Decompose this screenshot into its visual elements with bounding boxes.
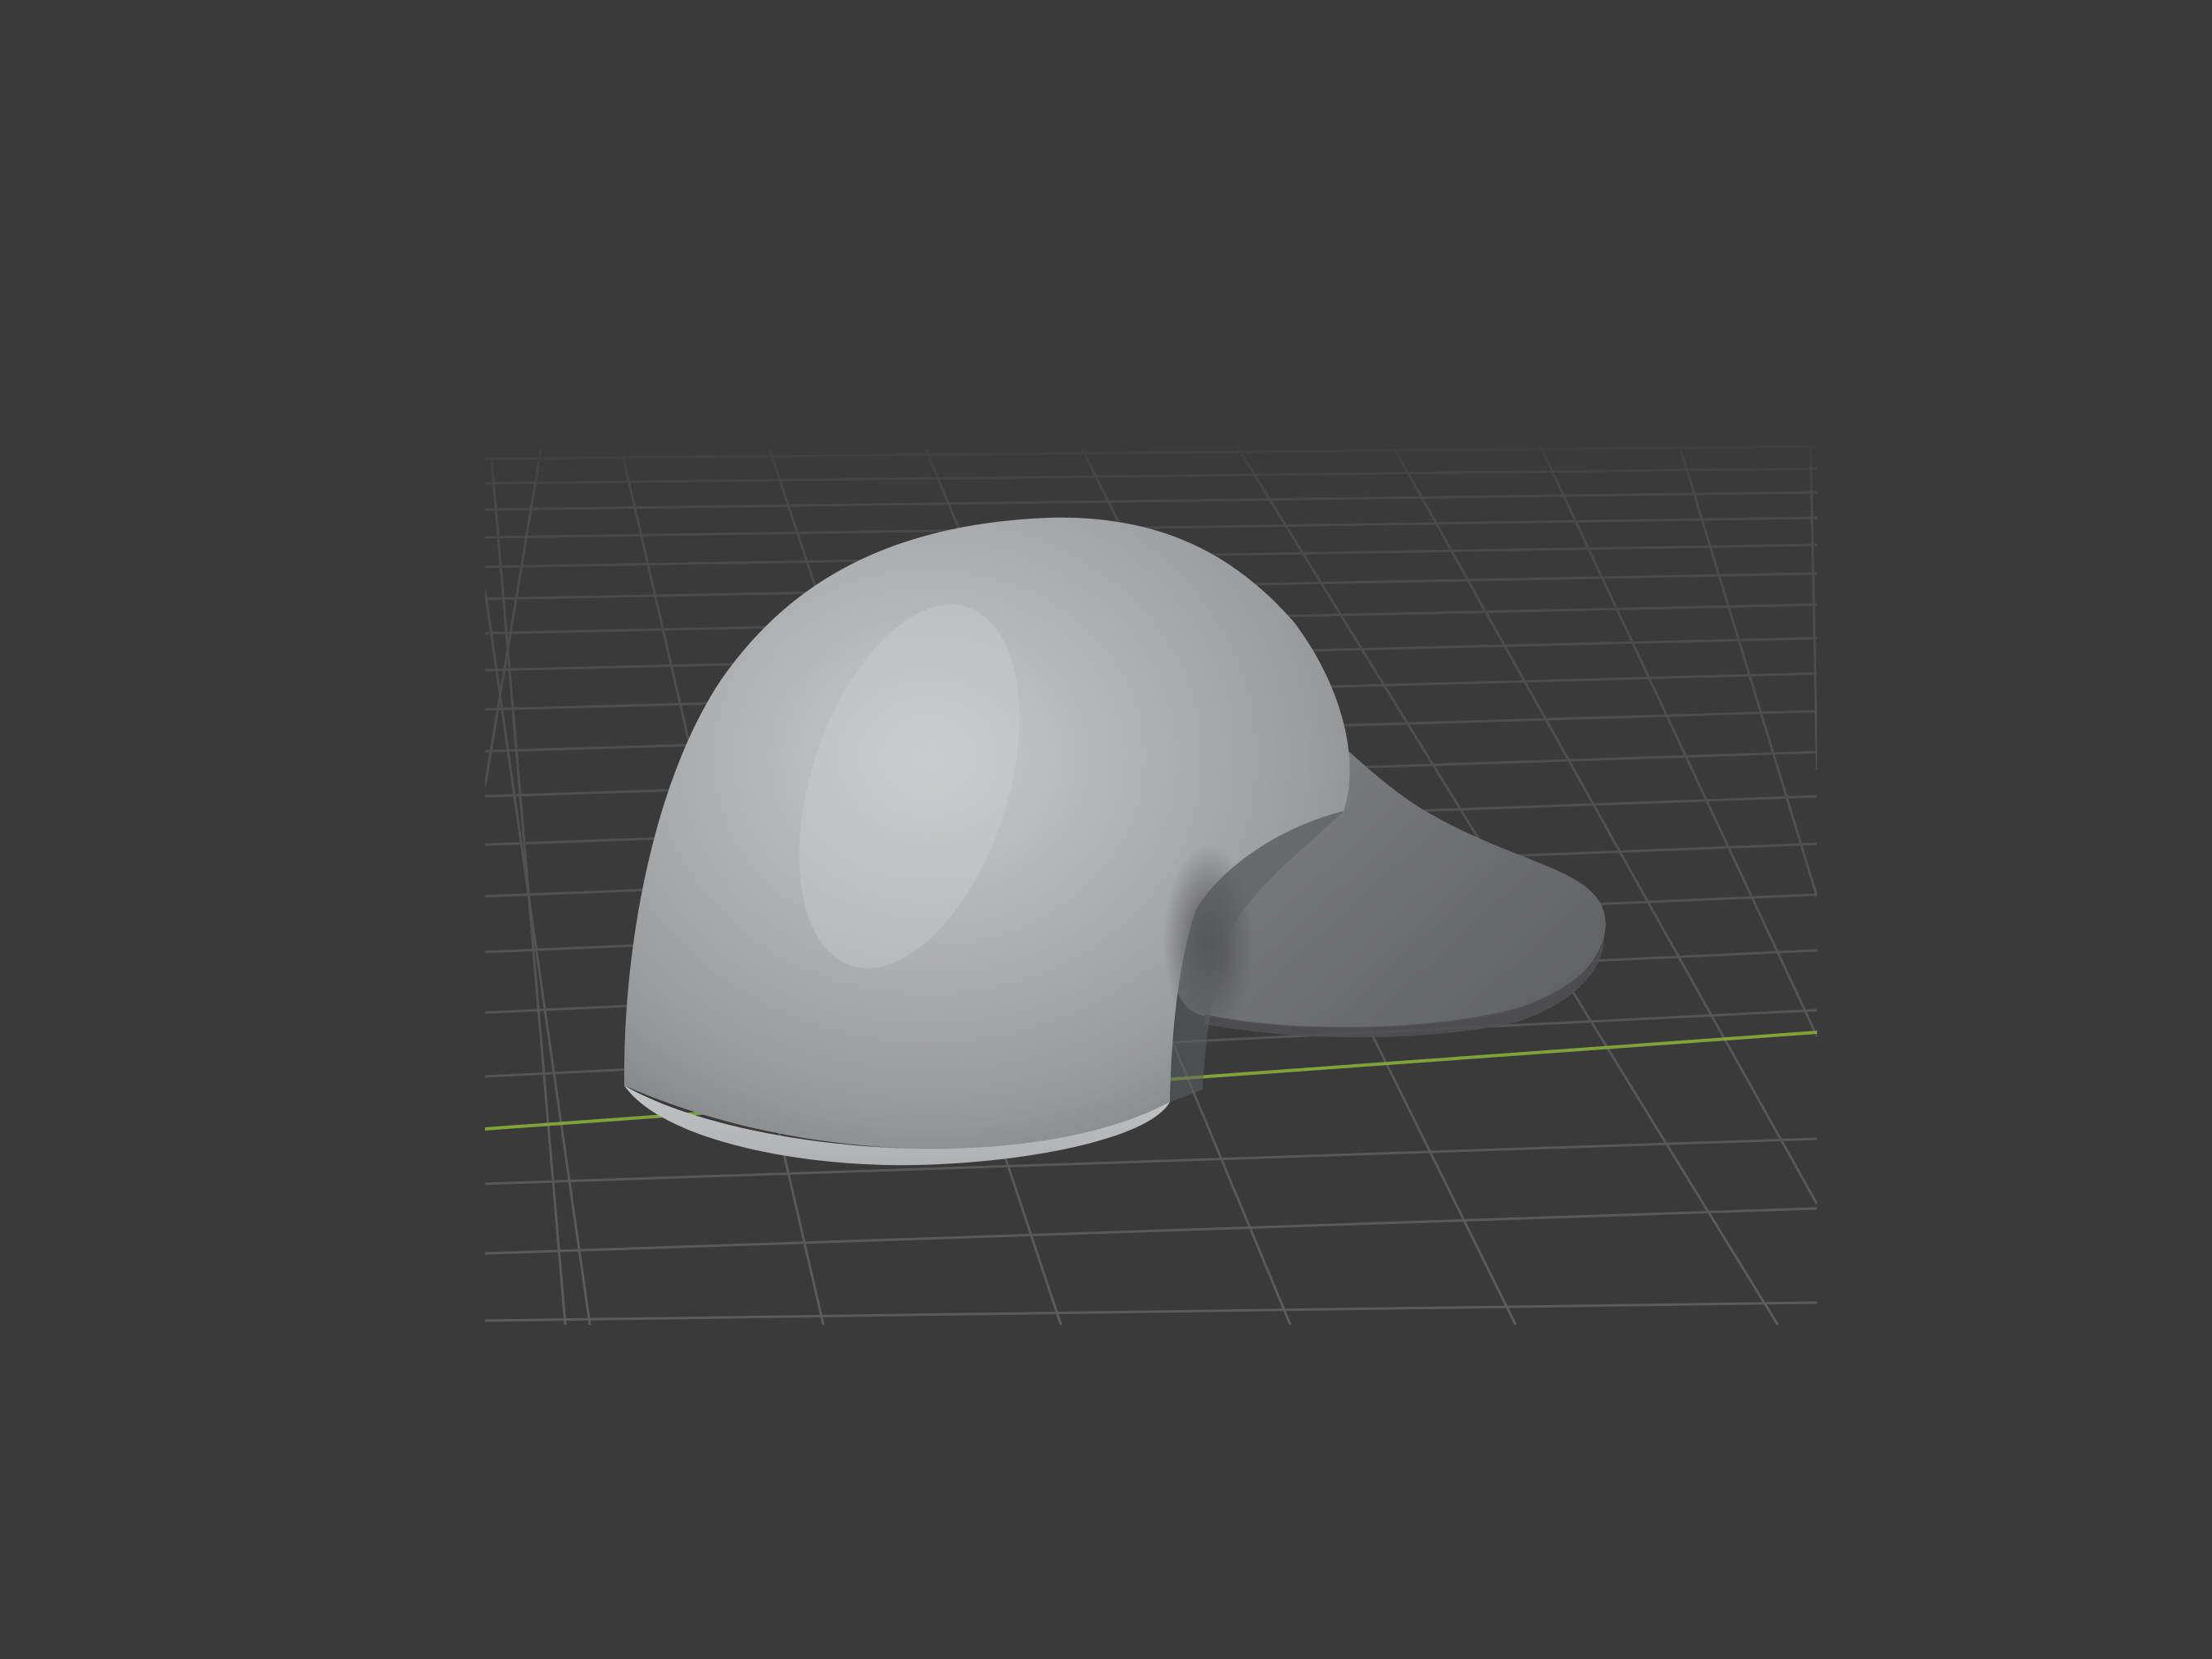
viewport-canvas[interactable] — [0, 0, 2212, 1659]
3d-viewport[interactable] — [0, 0, 2212, 1659]
